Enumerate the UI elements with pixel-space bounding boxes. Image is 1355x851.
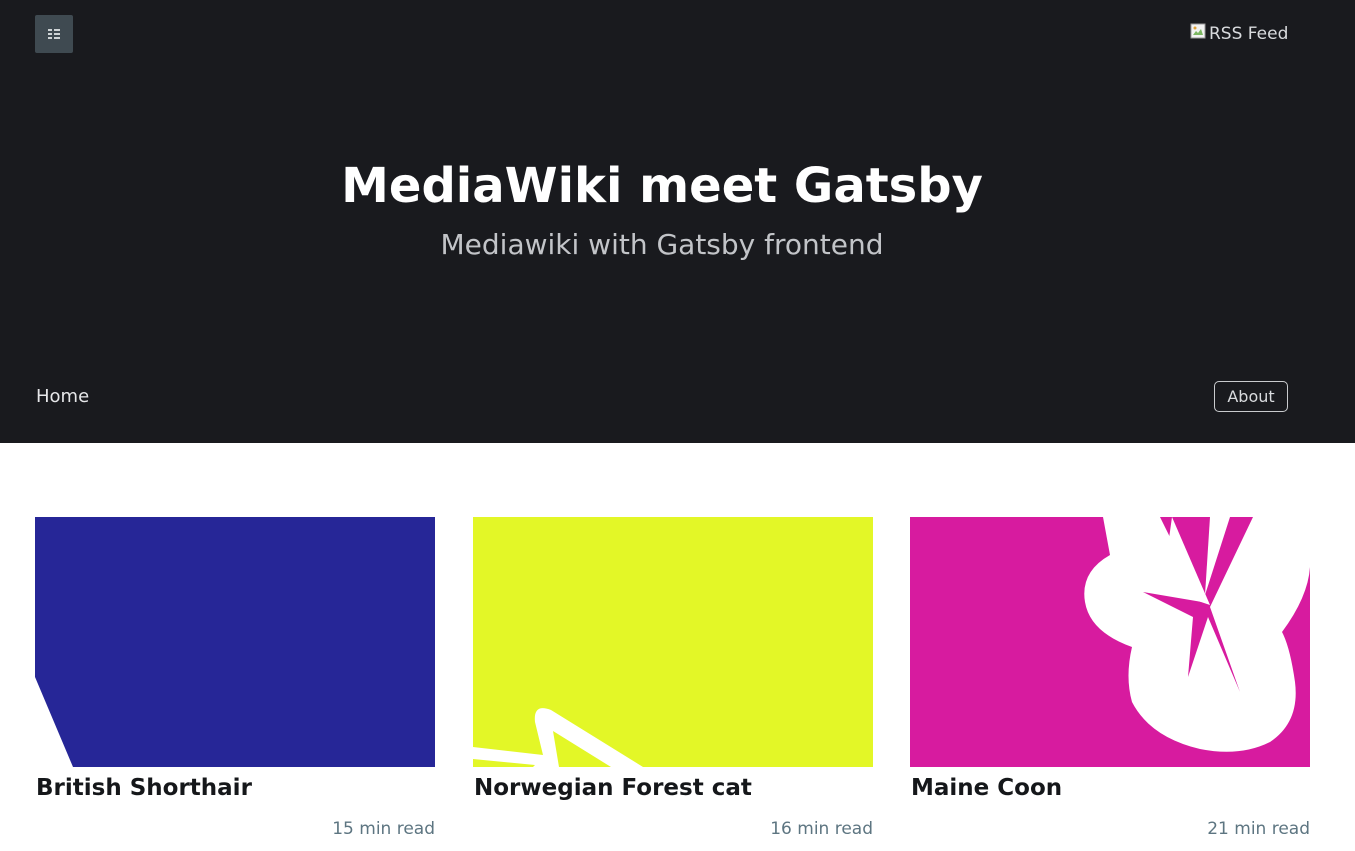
nav-about-button[interactable]: About	[1214, 381, 1288, 412]
post-image[interactable]	[35, 517, 435, 767]
post-title[interactable]: British Shorthair	[36, 772, 252, 804]
post-read-time: 21 min read	[1207, 819, 1310, 839]
post-card-british-shorthair[interactable]: British Shorthair 15 min read	[35, 517, 435, 851]
post-card-maine-coon[interactable]: Maine Coon 21 min read	[910, 517, 1310, 851]
rss-feed-label: RSS Feed	[1209, 24, 1289, 44]
post-image[interactable]	[473, 517, 873, 767]
site-logo[interactable]	[35, 15, 73, 53]
site-title: MediaWiki meet Gatsby	[341, 158, 983, 214]
rss-feed-link[interactable]: RSS Feed	[1190, 22, 1288, 46]
post-card-norwegian-forest-cat[interactable]: Norwegian Forest cat 16 min read	[473, 517, 873, 851]
site-logo-icon	[48, 28, 60, 40]
post-image[interactable]	[910, 517, 1310, 767]
post-read-time: 16 min read	[770, 819, 873, 839]
post-title[interactable]: Norwegian Forest cat	[474, 772, 752, 804]
post-read-time: 15 min read	[332, 819, 435, 839]
site-header: RSS Feed MediaWiki meet Gatsby Mediawiki…	[0, 0, 1355, 443]
post-title[interactable]: Maine Coon	[911, 772, 1062, 804]
nav-home-link[interactable]: Home	[36, 384, 89, 410]
site-subtitle: Mediawiki with Gatsby frontend	[440, 228, 884, 261]
broken-image-icon	[1190, 23, 1206, 39]
